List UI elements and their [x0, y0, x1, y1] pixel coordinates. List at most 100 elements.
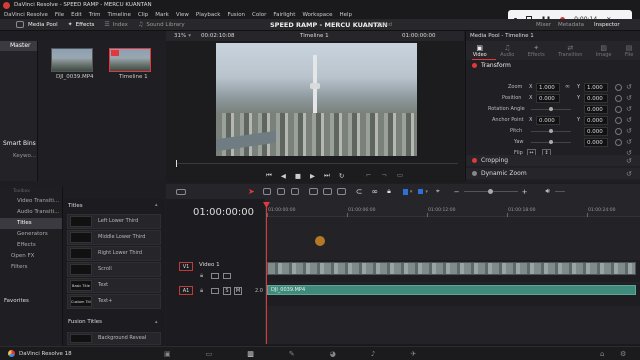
reset-icon[interactable]: ↺: [626, 105, 632, 113]
video-track-id[interactable]: V1: [179, 262, 193, 271]
mute-button[interactable]: M: [234, 287, 242, 295]
menu-item[interactable]: Help: [340, 12, 353, 18]
keyframe-icon[interactable]: [615, 117, 622, 124]
menu-item[interactable]: Playback: [196, 12, 221, 18]
menu-item[interactable]: View: [176, 12, 189, 18]
menu-item[interactable]: Color: [252, 12, 266, 18]
enable-dot-icon[interactable]: [472, 62, 477, 68]
replace-clip-icon[interactable]: [336, 188, 346, 195]
keywords-bin[interactable]: Keywo...: [13, 153, 36, 159]
auto-select-icon[interactable]: [211, 273, 219, 279]
mixer-button[interactable]: Mixer: [536, 22, 551, 28]
cut-page-icon[interactable]: ▭: [206, 350, 213, 358]
skip-end-icon[interactable]: ⏭: [324, 171, 330, 180]
zoom-y-field[interactable]: 1.000: [584, 83, 608, 92]
playhead-marker[interactable]: [176, 160, 177, 167]
yaw-field[interactable]: 0.000: [584, 138, 608, 147]
keyframe-icon[interactable]: [615, 84, 622, 91]
sound-library-button[interactable]: Sound Library: [146, 22, 184, 28]
edit-page-icon[interactable]: ▥: [247, 350, 254, 358]
solo-button[interactable]: S: [223, 287, 231, 295]
effects-tree-item[interactable]: Audio Transiti...: [0, 207, 62, 218]
title-item[interactable]: Basic Title Text: [67, 278, 161, 293]
keyframe-icon[interactable]: [615, 95, 622, 102]
index-button[interactable]: Index: [113, 22, 128, 28]
anchor-x-field[interactable]: 0.000: [536, 116, 560, 125]
slider-knob-icon[interactable]: [549, 129, 553, 133]
zoom-in-icon[interactable]: +: [522, 188, 528, 196]
skip-start-icon[interactable]: ⏮: [266, 171, 272, 180]
trim-tool-icon[interactable]: [262, 188, 271, 195]
media-page-icon[interactable]: ▣: [164, 350, 171, 358]
reset-icon[interactable]: ↺: [626, 83, 632, 91]
collapse-icon[interactable]: ▴: [155, 202, 158, 208]
timeline-thumbnail[interactable]: [109, 48, 151, 72]
lock-icon[interactable]: 🔒︎: [200, 287, 203, 295]
flag-icon[interactable]: [402, 188, 408, 195]
zoom-out-icon[interactable]: −: [454, 188, 460, 196]
title-item[interactable]: Right Lower Third: [67, 246, 161, 261]
link-icon[interactable]: ∞: [371, 187, 378, 196]
reset-icon[interactable]: ↺: [626, 94, 632, 102]
auto-select-icon[interactable]: [211, 288, 219, 294]
enable-dot-icon[interactable]: [472, 158, 477, 163]
dynamic-zoom-section[interactable]: Dynamic Zoom ↺: [466, 168, 640, 179]
playhead[interactable]: [266, 203, 267, 344]
title-item[interactable]: Left Lower Third: [67, 214, 161, 229]
audio-track-id[interactable]: A1: [179, 286, 193, 295]
link-icon[interactable]: ∞: [565, 83, 570, 90]
effects-tree-item[interactable]: Video Transiti...: [0, 196, 62, 207]
selection-tool-icon[interactable]: ➤: [248, 187, 255, 196]
master-bin[interactable]: Master: [0, 41, 37, 51]
blade-tool-icon[interactable]: [290, 188, 299, 195]
inspector-tab[interactable]: ♫ Audio: [500, 44, 514, 58]
transform-section[interactable]: Transform: [466, 60, 640, 70]
volume-icon[interactable]: 🔊︎: [546, 187, 550, 196]
dynamic-trim-icon[interactable]: [276, 188, 285, 195]
zoom-x-field[interactable]: 1.000: [536, 83, 560, 92]
reset-icon[interactable]: ↺: [626, 127, 632, 135]
chevron-down-icon[interactable]: ▾: [188, 33, 191, 39]
play-icon[interactable]: ▶: [310, 172, 315, 180]
timeline-ruler[interactable]: 01:00:00:00 01:00:06:00 01:00:12:00 01:00:1…: [266, 199, 640, 217]
reset-icon[interactable]: ↺: [626, 170, 632, 178]
timeline-selector[interactable]: Timeline 1: [300, 33, 329, 39]
slider-knob-icon[interactable]: [549, 140, 553, 144]
keyframe-icon[interactable]: [615, 106, 622, 113]
anchor-y-field[interactable]: 0.000: [584, 116, 608, 125]
position-y-field[interactable]: 0.000: [584, 94, 608, 103]
position-x-field[interactable]: 0.000: [536, 94, 560, 103]
keyframe-icon[interactable]: [615, 128, 622, 135]
menu-item[interactable]: DaVinci Resolve: [4, 12, 48, 18]
fusion-title-item[interactable]: Background Reveal: [67, 332, 161, 345]
inspector-tab[interactable]: ▣ Video: [473, 44, 487, 58]
inspector-button[interactable]: Inspector: [594, 22, 620, 28]
menu-item[interactable]: Edit: [71, 12, 82, 18]
match-frame-icon[interactable]: ▭: [397, 171, 403, 179]
scrub-bar[interactable]: [176, 160, 458, 167]
menu-item[interactable]: Clip: [138, 12, 148, 18]
fairlight-page-icon[interactable]: ♪: [371, 350, 375, 358]
effects-tree-item[interactable]: Titles: [0, 218, 62, 229]
media-pool-button[interactable]: Media Pool: [28, 22, 58, 28]
reverse-play-icon[interactable]: ◀: [281, 172, 286, 180]
fusion-page-icon[interactable]: ✎: [289, 350, 295, 358]
stop-icon[interactable]: ■: [295, 172, 301, 180]
mark-out-icon[interactable]: ¬: [381, 171, 386, 179]
mark-in-icon[interactable]: ⌐: [366, 171, 371, 179]
lock-icon[interactable]: 🔒︎: [387, 187, 391, 196]
home-icon[interactable]: ⌂: [600, 350, 604, 358]
reset-icon[interactable]: ↺: [626, 138, 632, 146]
lock-icon[interactable]: 🔒︎: [200, 272, 203, 280]
inspector-tab[interactable]: ⇄ Transition: [558, 44, 582, 58]
reset-icon[interactable]: ↺: [626, 157, 632, 165]
effects-tree-item[interactable]: Generators: [0, 229, 62, 240]
overwrite-clip-icon[interactable]: [322, 188, 332, 195]
effects-button[interactable]: Effects: [76, 22, 95, 28]
reset-icon[interactable]: ↺: [626, 116, 632, 124]
color-page-icon[interactable]: ◕: [330, 350, 336, 358]
timeline-view-icon[interactable]: [176, 188, 186, 195]
zoom-level[interactable]: 31%: [174, 33, 186, 39]
collapse-icon[interactable]: ▴: [155, 319, 158, 325]
inspector-tab[interactable]: ▨ Image: [596, 44, 612, 58]
